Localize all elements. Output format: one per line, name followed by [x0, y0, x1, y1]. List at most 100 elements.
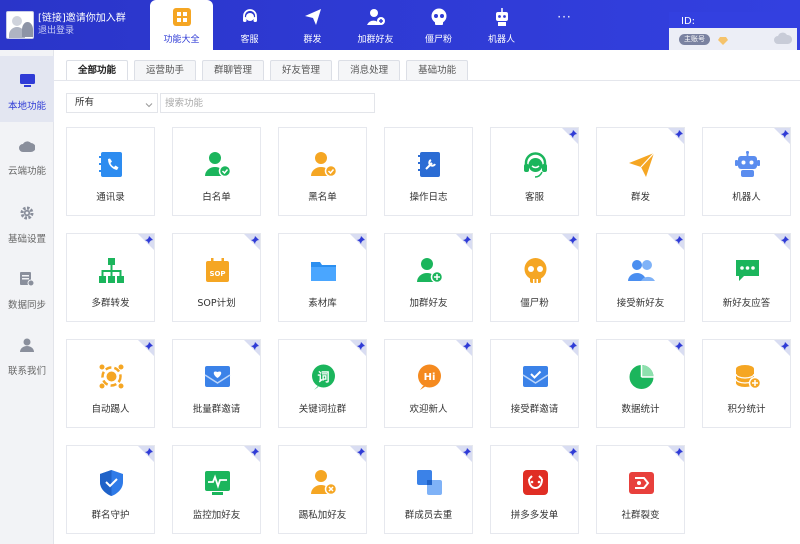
- sidebar-item-cloud[interactable]: 云端功能: [0, 122, 54, 188]
- feature-card[interactable]: 黑名单: [278, 127, 367, 216]
- tab-messages[interactable]: 消息处理: [338, 60, 401, 81]
- nav-tab-label: 客服: [240, 35, 259, 45]
- tab-all[interactable]: 全部功能: [66, 60, 129, 81]
- sidebar-item-sync[interactable]: 数据同步: [0, 254, 54, 320]
- nav-tab-features[interactable]: 功能大全: [150, 0, 213, 50]
- tree-icon: [98, 257, 125, 284]
- nav-tab-label: 加群好友: [357, 35, 394, 45]
- pin-icon: [145, 446, 153, 459]
- diamond-icon: [718, 35, 728, 48]
- whitelist-icon: [204, 151, 232, 178]
- dedupe-icon: [416, 469, 443, 496]
- feature-card-label: 积分统计: [727, 404, 766, 415]
- feature-card-label: 拼多多发单: [510, 510, 559, 521]
- feature-card[interactable]: 僵尸粉: [490, 233, 579, 322]
- feature-card[interactable]: 客服: [490, 127, 579, 216]
- sync-icon: [20, 272, 35, 289]
- feature-card[interactable]: 通讯录: [66, 127, 155, 216]
- feature-card[interactable]: 接受新好友: [596, 233, 685, 322]
- monitor-icon: [19, 74, 35, 90]
- feature-card[interactable]: Hi 欢迎新人: [384, 339, 473, 428]
- feature-card[interactable]: 素材库: [278, 233, 367, 322]
- feature-card[interactable]: 新好友应答: [702, 233, 791, 322]
- nav-tab-broadcast[interactable]: 群发: [281, 0, 344, 50]
- feature-card[interactable]: 群名守护: [66, 445, 155, 534]
- tab-friends[interactable]: 好友管理: [270, 60, 333, 81]
- friends-icon: [628, 257, 655, 284]
- pin-icon: [569, 234, 577, 247]
- sidebar-item-settings[interactable]: 基础设置: [0, 188, 54, 254]
- feature-card-label: 多群转发: [91, 298, 130, 309]
- feature-card[interactable]: 词关键词拉群: [278, 339, 367, 428]
- feature-card[interactable]: 群成员去重: [384, 445, 473, 534]
- feature-card-label: 黑名单: [308, 192, 337, 203]
- sidebar-label: 云端功能: [7, 166, 46, 177]
- feature-card[interactable]: 白名单: [172, 127, 261, 216]
- feature-card-label: SOP计划: [197, 298, 236, 309]
- skull-icon: [522, 257, 549, 284]
- feature-card[interactable]: 加群好友: [384, 233, 473, 322]
- feature-card[interactable]: 批量群邀请: [172, 339, 261, 428]
- tab-divider: [54, 80, 800, 81]
- fission-icon: [628, 469, 655, 496]
- chat-icon: [734, 257, 761, 284]
- avatar[interactable]: [6, 11, 34, 39]
- feature-card[interactable]: SOP SOP计划: [172, 233, 261, 322]
- add-friend-icon: [416, 257, 444, 284]
- feature-card[interactable]: 自动踢人: [66, 339, 155, 428]
- feature-card[interactable]: 踢私加好友: [278, 445, 367, 534]
- feature-card[interactable]: 社群裂变: [596, 445, 685, 534]
- add-friend-icon: [366, 7, 386, 27]
- tab-operations[interactable]: 运营助手: [134, 60, 197, 81]
- main-content: 全部功能 运营助手 群聊管理 好友管理 消息处理 基础功能 所有 通讯录 白名单 黑…: [54, 50, 800, 544]
- main-account-badge: 主账号: [679, 34, 710, 45]
- paper-plane-icon: [303, 7, 323, 27]
- feature-card-label: 操作日志: [409, 192, 448, 203]
- feature-card-label: 客服: [524, 192, 544, 203]
- pin-icon: [145, 234, 153, 247]
- tab-group-chat[interactable]: 群聊管理: [202, 60, 265, 81]
- user-x-icon: [310, 469, 338, 496]
- kick-icon: [98, 363, 125, 390]
- feature-card-label: 接受群邀请: [510, 404, 559, 415]
- feature-card-label: 关键词拉群: [298, 404, 347, 415]
- pin-icon: [357, 234, 365, 247]
- svg-text:Hi: Hi: [424, 372, 436, 383]
- nav-tab-more[interactable]: ···: [533, 0, 596, 50]
- nav-tab-add-friends[interactable]: 加群好友: [344, 0, 407, 50]
- feature-card-label: 群成员去重: [404, 510, 453, 521]
- feature-card[interactable]: 数据统计: [596, 339, 685, 428]
- sidebar-item-local[interactable]: 本地功能: [0, 56, 54, 122]
- feature-card-label: 白名单: [202, 192, 231, 203]
- feature-card-label: 接受新好友: [616, 298, 665, 309]
- envelope-check-icon: [522, 363, 549, 390]
- main-nav: 功能大全 客服 群发 加群好友 僵尸粉 机器人 ···: [150, 0, 596, 50]
- category-tabs: 全部功能 运营助手 群聊管理 好友管理 消息处理 基础功能: [66, 60, 474, 81]
- feature-card[interactable]: 操作日志: [384, 127, 473, 216]
- feature-card[interactable]: 拼多多发单: [490, 445, 579, 534]
- sidebar-item-contact[interactable]: 联系我们: [0, 320, 54, 386]
- account-title: [链接]邀请你加入群: [38, 13, 126, 24]
- feature-card[interactable]: 积分统计: [702, 339, 791, 428]
- nav-tab-label: 功能大全: [163, 35, 200, 45]
- feature-card-label: 机器人: [732, 192, 761, 203]
- feature-card[interactable]: 机器人: [702, 127, 791, 216]
- logout-link[interactable]: 退出登录: [38, 25, 126, 38]
- keyword-icon: 词: [310, 363, 337, 390]
- pin-icon: [463, 340, 471, 353]
- feature-card[interactable]: 群发: [596, 127, 685, 216]
- tab-basic[interactable]: 基础功能: [406, 60, 469, 81]
- pin-icon: [675, 128, 683, 141]
- search-input[interactable]: [160, 93, 375, 113]
- nav-tab-service[interactable]: 客服: [218, 0, 281, 50]
- pin-icon: [251, 340, 259, 353]
- envelope-heart-icon: [204, 363, 231, 390]
- hi-icon: Hi: [416, 363, 443, 390]
- nav-tab-zombie[interactable]: 僵尸粉: [407, 0, 470, 50]
- nav-tab-robot[interactable]: 机器人: [470, 0, 533, 50]
- feature-card[interactable]: 监控加好友: [172, 445, 261, 534]
- pin-icon: [569, 446, 577, 459]
- feature-card[interactable]: 接受群邀请: [490, 339, 579, 428]
- feature-card[interactable]: 多群转发: [66, 233, 155, 322]
- filter-select[interactable]: 所有: [66, 93, 158, 113]
